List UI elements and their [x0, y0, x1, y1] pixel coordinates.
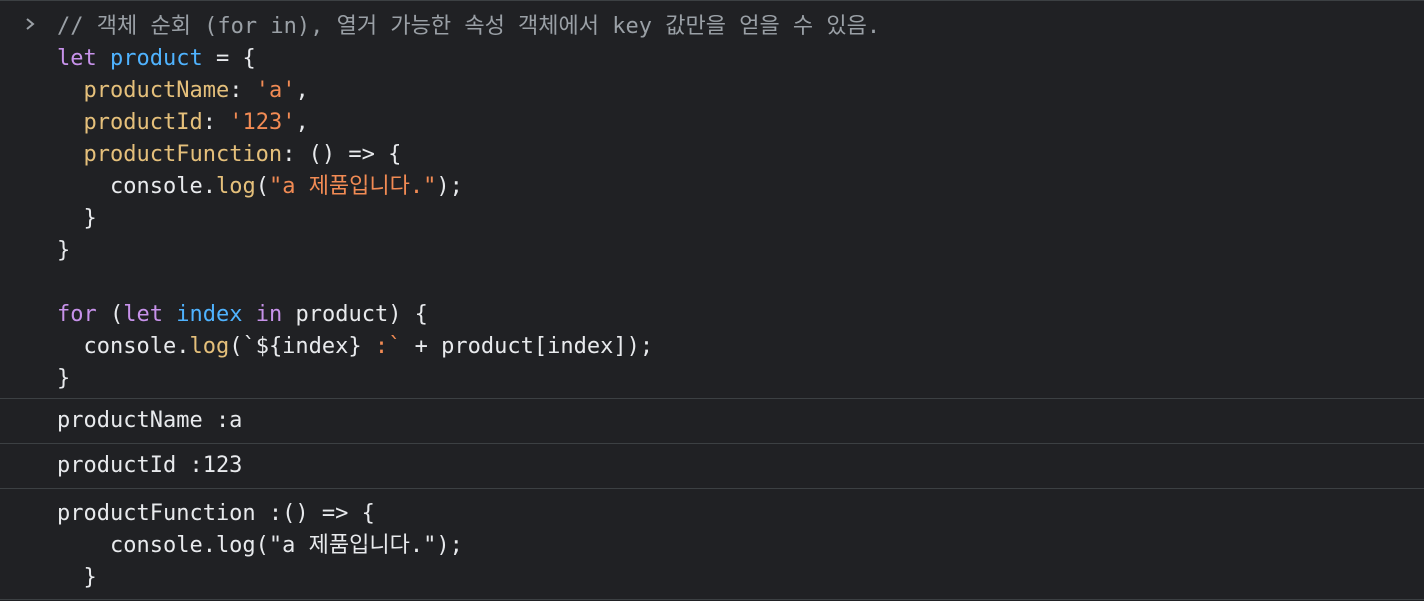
code-token: index: [176, 302, 243, 327]
code-token: (: [255, 174, 269, 199]
log-message: productId :123: [57, 453, 243, 478]
code-token: 'a': [255, 78, 296, 103]
code-token: console.: [57, 174, 216, 199]
log-message: productName :a: [57, 408, 243, 433]
code-token: : () => {: [282, 142, 402, 167]
code-line: // 객체 순회 (for in), 열거 가능한 속성 객체에서 key 값만…: [57, 11, 880, 43]
code-token: '123': [229, 110, 296, 135]
code-token: ,: [295, 78, 309, 103]
code-token: product: [109, 46, 203, 71]
code-token: :`: [374, 334, 402, 359]
code-line: console.log(`${index} :` + product[index…: [57, 331, 880, 363]
code-token: + product[index]);: [401, 334, 654, 359]
code-token: productName: [83, 78, 230, 103]
code-token: "a 제품입니다.": [268, 174, 437, 199]
code-token: :: [202, 110, 230, 135]
code-line: console.log("a 제품입니다.");: [57, 171, 880, 203]
console-output-entry: productName :a: [0, 399, 1424, 444]
console-output-entry: productFunction :() => { console.log("a …: [0, 489, 1424, 600]
code-token: );: [436, 174, 463, 199]
code-token: let: [57, 46, 110, 71]
code-token: let: [123, 302, 163, 327]
code-token: (: [96, 302, 124, 327]
log-message-line: }: [57, 565, 97, 590]
code-line: }: [57, 203, 880, 235]
code-line: productFunction: () => {: [57, 139, 880, 171]
code-token: for: [57, 302, 97, 327]
console-output-entry: productId :123: [0, 444, 1424, 489]
code-line: let product = {: [57, 43, 880, 75]
devtools-console: // 객체 순회 (for in), 열거 가능한 속성 객체에서 key 값만…: [0, 0, 1424, 601]
code-token: = {: [202, 46, 256, 71]
code-token: log: [189, 334, 230, 359]
code-token: }: [57, 366, 71, 391]
code-token: product) {: [282, 302, 428, 327]
code-token: (`${index}: [229, 334, 375, 359]
code-token: console.: [57, 334, 190, 359]
code-line: productId: '123',: [57, 107, 880, 139]
code-token: // 객체 순회 (for in), 열거 가능한 속성 객체에서 key 값만…: [57, 14, 881, 39]
code-token: productFunction: [83, 142, 283, 167]
chevron-right-icon: [18, 9, 42, 39]
code-token: :: [229, 78, 256, 103]
log-message-line: productFunction :() => {: [57, 501, 375, 526]
code-line: for (let index in product) {: [57, 299, 880, 331]
code-line: productName: 'a',: [57, 75, 880, 107]
console-input-entry: // 객체 순회 (for in), 열거 가능한 속성 객체에서 key 값만…: [0, 1, 1424, 399]
code-token: }: [57, 206, 97, 231]
code-token: log: [215, 174, 256, 199]
code-line: }: [57, 363, 880, 395]
code-block[interactable]: // 객체 순회 (for in), 열거 가능한 속성 객체에서 key 값만…: [57, 11, 880, 395]
code-token: in: [255, 302, 283, 327]
code-token: productId: [83, 110, 203, 135]
code-line: }: [57, 235, 880, 267]
code-token: }: [57, 238, 71, 263]
log-message-line: console.log("a 제품입니다.");: [57, 533, 463, 558]
code-token: ,: [295, 110, 309, 135]
